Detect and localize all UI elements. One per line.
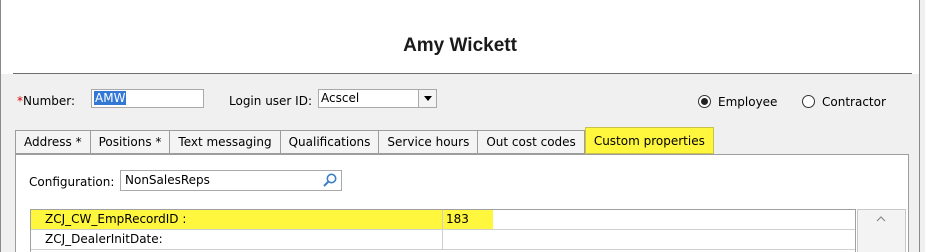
grid-scrollbar[interactable] bbox=[857, 209, 906, 252]
tab-custom-properties[interactable]: Custom properties bbox=[584, 127, 714, 154]
tab-text-messaging[interactable]: Text messaging bbox=[170, 130, 281, 154]
window-right-border bbox=[919, 0, 920, 252]
employee-label[interactable]: Employee bbox=[718, 95, 777, 109]
tab-service-hours[interactable]: Service hours bbox=[379, 130, 479, 154]
tab-positions[interactable]: Positions * bbox=[90, 130, 171, 154]
property-value-cell[interactable]: 183 bbox=[443, 210, 855, 229]
page-title: Amy Wickett bbox=[403, 35, 517, 56]
login-user-id-select[interactable]: Acscel bbox=[318, 89, 437, 108]
number-input[interactable]: AMW bbox=[91, 89, 204, 108]
tab-bar: Address * Positions * Text messaging Qua… bbox=[15, 127, 714, 154]
login-user-id-label: Login user ID: bbox=[229, 94, 312, 108]
grid-row[interactable]: ZCJ_CW_EmpRecordID : 183 bbox=[31, 210, 855, 230]
scroll-up-arrow-icon[interactable] bbox=[876, 216, 886, 222]
chevron-down-icon bbox=[423, 96, 432, 101]
tab-qualifications[interactable]: Qualifications bbox=[280, 130, 380, 154]
property-name-cell: ZCJ_CW_EmpRecordID : bbox=[31, 210, 443, 229]
tab-out-cost-codes[interactable]: Out cost codes bbox=[478, 130, 585, 154]
login-dropdown-button[interactable] bbox=[418, 90, 436, 107]
number-label-text: Number: bbox=[23, 94, 76, 108]
contractor-label[interactable]: Contractor bbox=[822, 95, 886, 109]
configuration-input[interactable]: NonSalesReps bbox=[120, 170, 342, 191]
employee-radio[interactable] bbox=[698, 95, 711, 108]
property-value-text: 183 bbox=[443, 210, 493, 229]
grid-row[interactable]: ZCJ_DealerInitDate: bbox=[31, 230, 855, 250]
configuration-value: NonSalesReps bbox=[125, 173, 210, 187]
contractor-radio[interactable] bbox=[802, 95, 815, 108]
number-label: *Number: bbox=[17, 94, 75, 108]
property-value-cell[interactable] bbox=[443, 230, 855, 249]
title-area: Amy Wickett bbox=[1, 0, 919, 74]
configuration-label: Configuration: bbox=[29, 175, 115, 189]
title-divider bbox=[13, 73, 912, 74]
search-icon[interactable] bbox=[322, 172, 338, 188]
number-value: AMW bbox=[94, 91, 127, 105]
tab-address[interactable]: Address * bbox=[15, 130, 91, 154]
login-user-id-value: Acscel bbox=[321, 91, 360, 105]
custom-properties-grid: ZCJ_CW_EmpRecordID : 183 ZCJ_DealerInitD… bbox=[30, 209, 856, 252]
property-name-cell: ZCJ_DealerInitDate: bbox=[31, 230, 443, 249]
